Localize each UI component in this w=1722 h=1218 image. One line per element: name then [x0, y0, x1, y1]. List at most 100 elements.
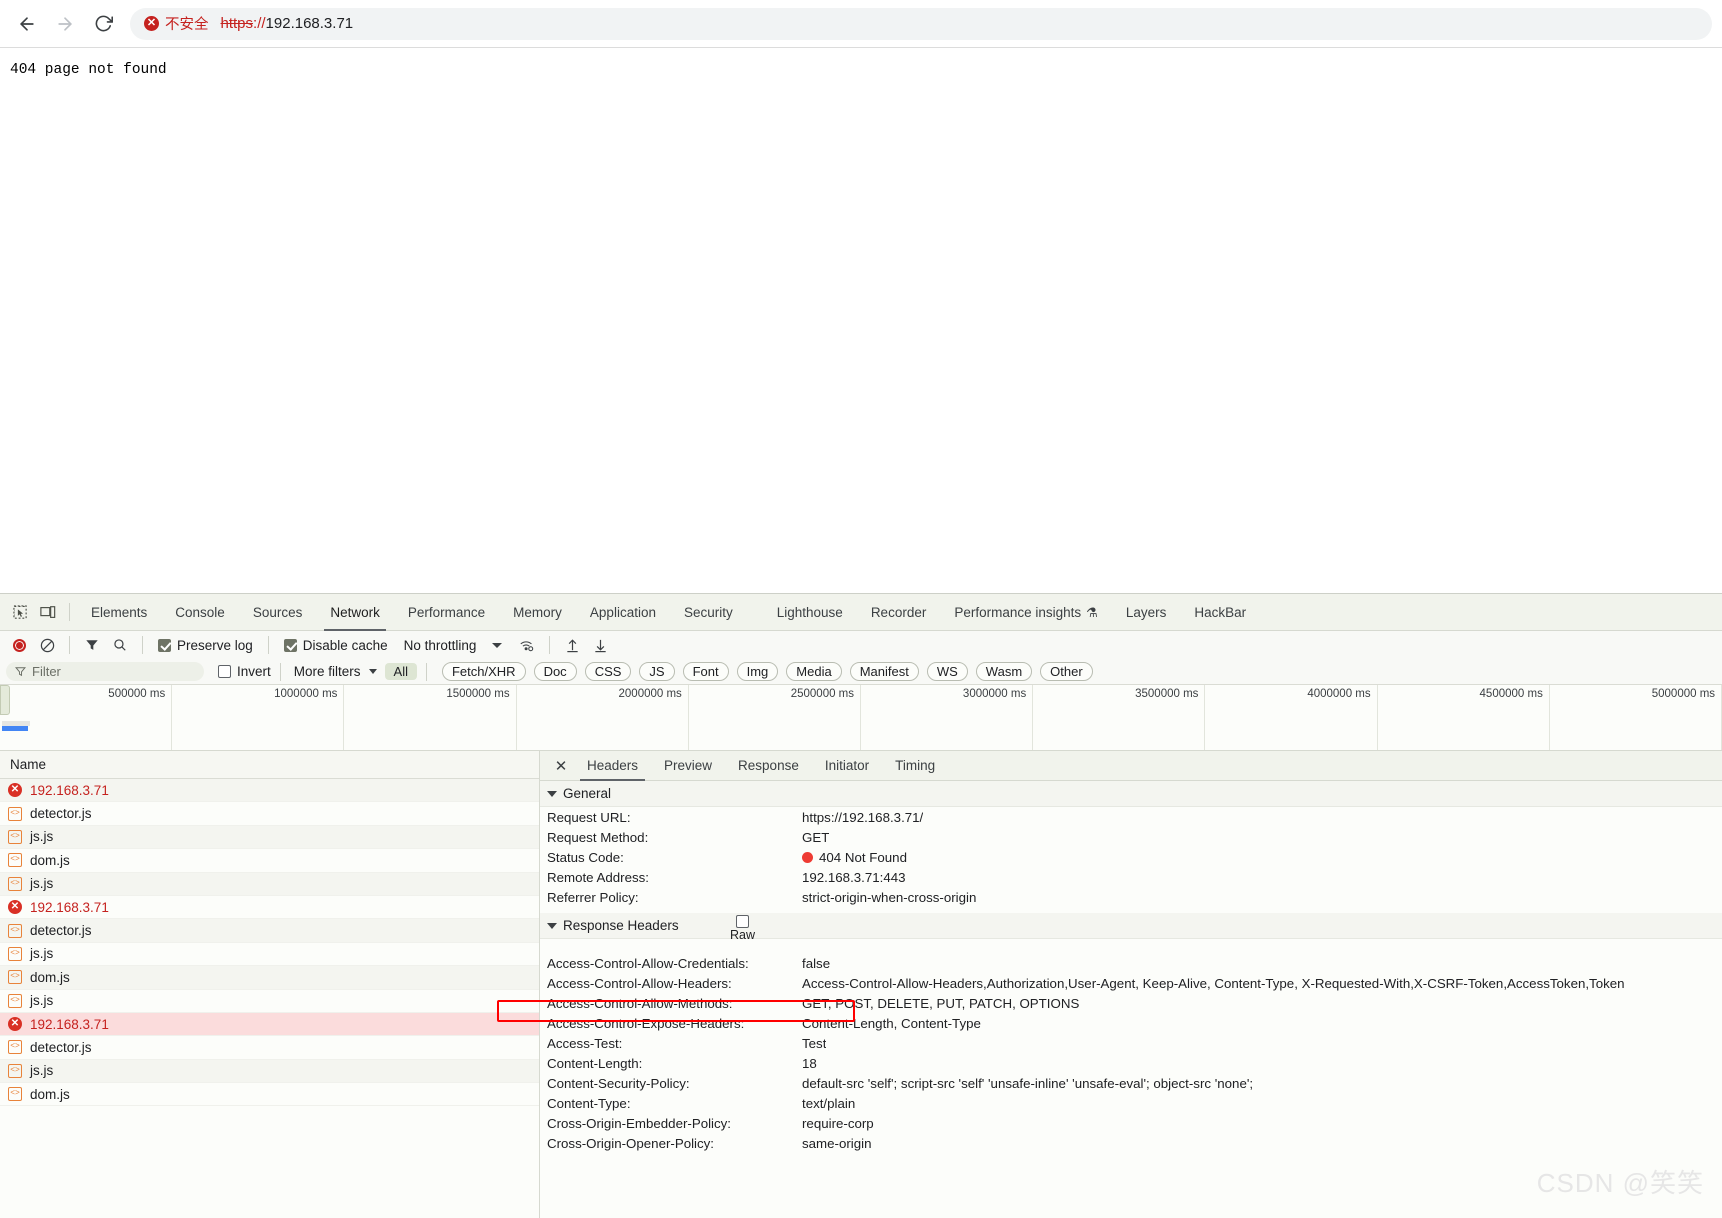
preserve-log-checkbox[interactable]: Preserve log	[152, 638, 259, 653]
clear-icon[interactable]	[34, 633, 60, 657]
general-section-header[interactable]: General	[540, 781, 1722, 807]
detail-tab-timing[interactable]: Timing	[882, 751, 948, 781]
close-icon[interactable]: ✕	[548, 753, 574, 779]
request-row[interactable]: <> js.js	[0, 989, 539, 1013]
script-file-icon: <>	[8, 806, 22, 821]
request-row[interactable]: <> detector.js	[0, 919, 539, 943]
flask-icon: ⚗	[1086, 604, 1098, 620]
tab-memory[interactable]: Memory	[499, 594, 576, 631]
request-row[interactable]: <> dom.js	[0, 966, 539, 990]
devtools-panel: Elements Console Sources Network Perform…	[0, 593, 1722, 1218]
invert-checkbox[interactable]: Invert	[218, 664, 271, 679]
tab-performance-insights[interactable]: Performance insights ⚗	[940, 594, 1111, 631]
import-har-icon[interactable]	[559, 633, 585, 657]
network-overview-timeline[interactable]: 500000 ms 1000000 ms 1500000 ms 2000000 …	[0, 685, 1722, 751]
request-row[interactable]: <> dom.js	[0, 849, 539, 873]
raw-toggle[interactable]: Raw	[730, 915, 755, 942]
resource-type-js[interactable]: JS	[639, 662, 675, 681]
export-har-icon[interactable]	[587, 633, 613, 657]
detail-tab-preview[interactable]: Preview	[651, 751, 725, 781]
tab-lighthouse[interactable]: Lighthouse	[763, 594, 857, 631]
request-detail-pane: ✕ Headers Preview Response Initiator Tim…	[540, 751, 1722, 1218]
request-row[interactable]: <> detector.js	[0, 1036, 539, 1060]
resource-type-css[interactable]: CSS	[584, 662, 632, 681]
inspect-element-icon[interactable]	[6, 599, 34, 625]
tab-elements[interactable]: Elements	[77, 594, 161, 631]
search-icon[interactable]	[107, 633, 133, 657]
request-name: dom.js	[30, 1086, 70, 1102]
error-icon: ✕	[8, 900, 22, 915]
request-row[interactable]: <> js.js	[0, 942, 539, 967]
forward-arrow-icon[interactable]	[48, 7, 82, 41]
resource-type-fetch-xhr[interactable]: Fetch/XHR	[441, 662, 526, 681]
request-column-header-name[interactable]: Name	[0, 751, 539, 779]
page-content-area: 404 page not found	[0, 48, 1722, 593]
timeline-tick-label: 2500000 ms	[790, 688, 855, 700]
script-file-icon: <>	[8, 993, 22, 1008]
resource-type-font[interactable]: Font	[682, 662, 729, 681]
detail-tab-headers[interactable]: Headers	[574, 751, 651, 781]
detail-tabbar: ✕ Headers Preview Response Initiator Tim…	[540, 751, 1722, 781]
resource-type-ws[interactable]: WS	[926, 662, 968, 681]
resource-type-manifest[interactable]: Manifest	[849, 662, 919, 681]
request-row[interactable]: ✕ 192.168.3.71	[0, 895, 539, 920]
request-row-selected[interactable]: ✕ 192.168.3.71	[0, 1012, 539, 1037]
resource-type-media[interactable]: Media	[786, 662, 842, 681]
response-headers-section-header[interactable]: Response Headers Raw	[540, 913, 1722, 942]
request-row[interactable]: <> js.js	[0, 825, 539, 850]
filter-input[interactable]: Filter	[6, 662, 204, 681]
throttling-select[interactable]: No throttling	[396, 638, 477, 653]
tab-hackbar[interactable]: HackBar	[1180, 594, 1260, 631]
filter-input-placeholder: Filter	[32, 664, 61, 679]
request-row[interactable]: <> js.js	[0, 872, 539, 896]
request-list[interactable]: ✕ 192.168.3.71 <> detector.js <> js.js <> do…	[0, 779, 539, 1218]
response-header-key: Access-Control-Allow-Methods:	[547, 995, 733, 1011]
resource-type-img[interactable]: Img	[736, 662, 779, 681]
more-filters-dropdown[interactable]: More filters	[290, 664, 381, 679]
page-body-text: 404 page not found	[10, 62, 167, 78]
back-arrow-icon[interactable]	[10, 7, 44, 41]
script-file-icon: <>	[8, 853, 22, 868]
controls-divider-3	[267, 636, 269, 654]
request-row[interactable]: <> js.js	[0, 1059, 539, 1084]
script-file-icon: <>	[8, 970, 22, 985]
filter-divider	[279, 662, 281, 681]
tab-sources[interactable]: Sources	[239, 594, 317, 631]
tab-recorder[interactable]: Recorder	[857, 594, 941, 631]
filter-icon[interactable]	[79, 633, 105, 657]
resource-type-other[interactable]: Other	[1040, 662, 1093, 681]
tab-network[interactable]: Network	[316, 594, 394, 631]
response-header-key: Cross-Origin-Opener-Policy:	[547, 1135, 714, 1151]
request-row[interactable]: <> dom.js	[0, 1083, 539, 1107]
chevron-down-icon[interactable]	[492, 642, 503, 648]
detail-tab-initiator[interactable]: Initiator	[812, 751, 882, 781]
device-toolbar-icon[interactable]	[34, 599, 62, 625]
timeline-tick-label: 4000000 ms	[1307, 688, 1371, 700]
timeline-cell: 2000000 ms	[517, 685, 689, 750]
general-key: Status Code:	[547, 849, 624, 865]
disable-cache-checkbox[interactable]: Disable cache	[278, 638, 394, 653]
tab-security[interactable]: Security	[670, 594, 747, 631]
controls-divider-1	[69, 636, 70, 654]
tab-performance[interactable]: Performance	[394, 594, 499, 631]
resource-type-all[interactable]: All	[384, 663, 417, 680]
script-file-icon: <>	[8, 1063, 22, 1078]
timeline-left-handle[interactable]	[0, 685, 10, 715]
request-row[interactable]: <> detector.js	[0, 802, 539, 826]
record-icon[interactable]	[6, 633, 32, 657]
reload-icon[interactable]	[86, 7, 120, 41]
network-conditions-icon[interactable]	[514, 633, 540, 657]
tab-layers[interactable]: Layers	[1112, 594, 1181, 631]
url-text: https://192.168.3.71	[221, 15, 354, 32]
request-name: js.js	[30, 993, 54, 1009]
tab-console[interactable]: Console	[161, 594, 239, 631]
url-host: 192.168.3.71	[265, 15, 354, 32]
request-row[interactable]: ✕ 192.168.3.71	[0, 779, 539, 803]
detail-tab-response[interactable]: Response	[725, 751, 812, 781]
tab-application[interactable]: Application	[576, 594, 670, 631]
security-chip[interactable]: ✕ 不安全	[144, 13, 209, 34]
resource-type-wasm[interactable]: Wasm	[975, 662, 1033, 681]
address-bar[interactable]: ✕ 不安全 https://192.168.3.71	[130, 7, 1712, 40]
status-code-text: 404 Not Found	[819, 849, 907, 865]
resource-type-doc[interactable]: Doc	[533, 662, 577, 681]
